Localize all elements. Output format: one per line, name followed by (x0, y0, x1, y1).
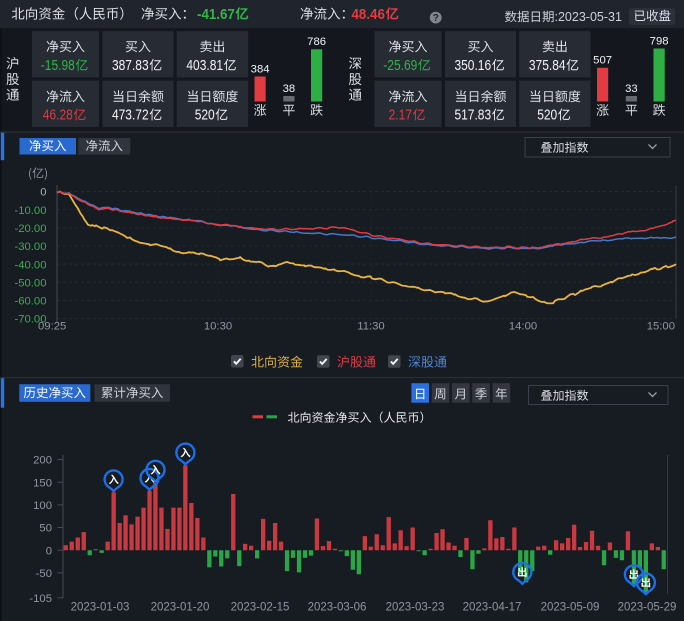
svg-text:-60.00: -60.00 (14, 296, 46, 308)
svg-text:0: 0 (46, 545, 52, 557)
svg-text:-41.67: -41.67 (197, 5, 235, 22)
svg-text:33: 33 (625, 83, 638, 95)
svg-text:15:00: 15:00 (647, 321, 675, 333)
svg-text:2023-03-06: 2023-03-06 (308, 602, 367, 614)
svg-text:384: 384 (251, 63, 270, 75)
svg-text:507: 507 (593, 55, 612, 67)
svg-text:150: 150 (33, 477, 52, 489)
svg-text:2023-01-20: 2023-01-20 (151, 602, 210, 614)
svg-text:09:25: 09:25 (38, 321, 66, 333)
svg-text:375.84: 375.84 (529, 57, 566, 74)
svg-text:48.46: 48.46 (352, 5, 386, 22)
svg-text:-10.00: -10.00 (14, 205, 46, 217)
svg-text:100: 100 (33, 500, 52, 512)
svg-text:786: 786 (307, 36, 326, 48)
svg-text:0: 0 (40, 187, 46, 199)
svg-text:-20.00: -20.00 (14, 223, 46, 235)
svg-text:2023-05-09: 2023-05-09 (541, 602, 600, 614)
svg-text:2023-05-29: 2023-05-29 (618, 602, 677, 614)
svg-text:798: 798 (650, 35, 669, 47)
svg-text:-105: -105 (29, 593, 52, 605)
svg-text:-30.00: -30.00 (14, 241, 46, 253)
svg-text:?: ? (433, 13, 439, 24)
svg-text:387.83: 387.83 (112, 57, 149, 74)
svg-text:-50: -50 (36, 568, 52, 580)
svg-text:10:30: 10:30 (204, 321, 232, 333)
svg-text:520: 520 (537, 106, 557, 123)
svg-text:46.28: 46.28 (43, 106, 73, 123)
svg-text:350.16: 350.16 (454, 57, 491, 74)
svg-text:11:30: 11:30 (357, 321, 384, 333)
svg-text:403.81: 403.81 (186, 57, 223, 74)
svg-text:50: 50 (39, 523, 52, 535)
svg-text:2.17: 2.17 (389, 106, 412, 123)
svg-text:-25.69: -25.69 (383, 57, 417, 74)
svg-text:2023-04-17: 2023-04-17 (463, 602, 522, 614)
svg-text:-40.00: -40.00 (14, 259, 46, 271)
svg-text::2023-05-31: :2023-05-31 (555, 10, 622, 24)
svg-text:-15.98: -15.98 (41, 57, 75, 74)
svg-text:2023-01-03: 2023-01-03 (71, 602, 130, 614)
svg-text:200: 200 (33, 455, 52, 467)
svg-text:517.83: 517.83 (454, 106, 491, 123)
svg-text:473.72: 473.72 (112, 106, 149, 123)
svg-text:520: 520 (195, 106, 215, 123)
svg-text:14:00: 14:00 (509, 321, 537, 333)
svg-text:-50.00: -50.00 (14, 277, 46, 289)
svg-text:38: 38 (283, 83, 296, 95)
svg-text:2023-03-23: 2023-03-23 (386, 602, 445, 614)
svg-text:2023-02-15: 2023-02-15 (231, 602, 290, 614)
